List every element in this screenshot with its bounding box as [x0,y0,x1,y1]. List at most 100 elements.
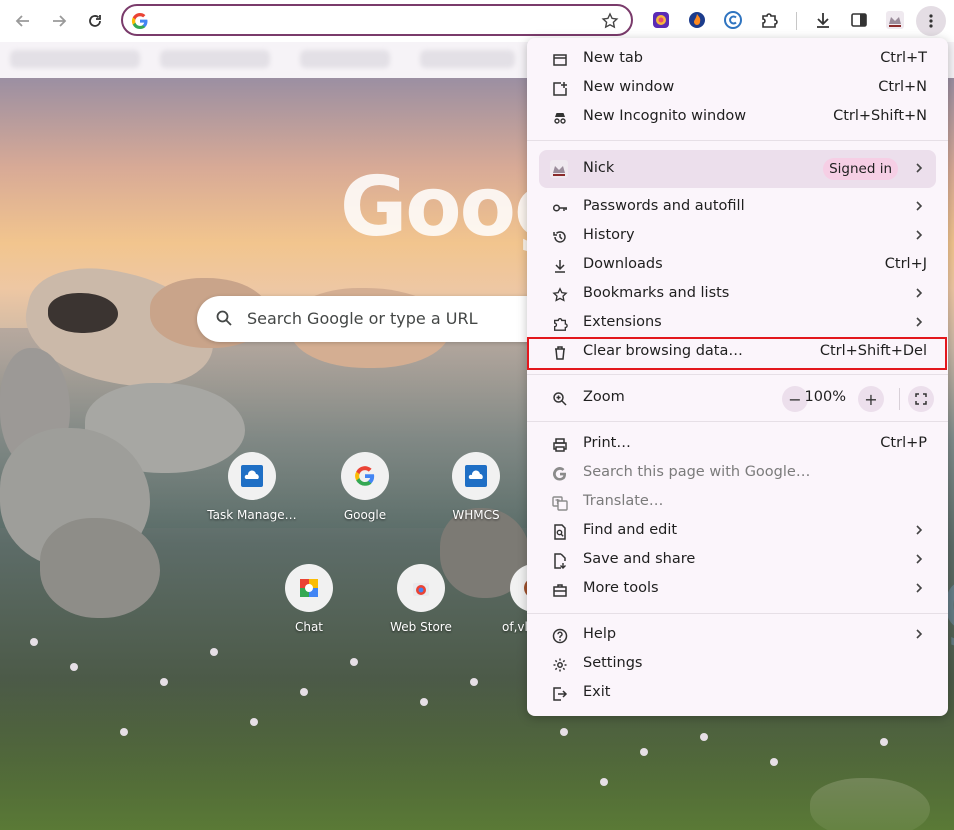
copyright-extension-icon[interactable] [721,8,745,32]
google-g-icon [551,465,569,483]
star-icon[interactable] [601,12,619,30]
flame-extension-icon[interactable] [685,8,709,32]
menu-settings[interactable]: Settings [527,650,948,679]
profile-name: Nick [583,160,615,176]
chevron-right-icon [916,629,923,639]
more-vert-icon [929,14,933,28]
puzzle-icon[interactable] [757,8,781,32]
ntp-search-box[interactable]: Search Google or type a URL [197,296,557,342]
menu-print[interactable]: Print… Ctrl+P [527,430,948,459]
shortcut-web-store[interactable]: Web Store [371,564,471,634]
menu-exit[interactable]: Exit [527,679,948,708]
incognito-icon [551,109,569,127]
star-icon [551,286,569,304]
side-panel-icon[interactable] [847,8,871,32]
menu-search-page[interactable]: Search this page with Google… [527,459,948,488]
web-store-icon [413,583,429,596]
menu-downloads[interactable]: Downloads Ctrl+J [527,251,948,280]
fullscreen-icon [915,393,927,405]
save-share-icon [551,552,569,570]
shortcut-label: Task Manage… [207,508,297,522]
chevron-right-icon [916,554,923,564]
shortcut-task-manager[interactable]: Task Manage… [202,452,302,522]
chevron-right-icon [916,201,923,211]
chrome-menu: New tab Ctrl+T New window Ctrl+N New Inc… [527,38,948,716]
back-button[interactable] [9,7,37,35]
chevron-right-icon [916,230,923,240]
toolbar-divider [796,12,797,30]
shortcut-label: Web Store [390,620,452,634]
menu-history[interactable]: History [527,222,948,251]
shortcut-label: WHMCS [452,508,500,522]
menu-help[interactable]: Help [527,621,948,650]
menu-new-window[interactable]: New window Ctrl+N [527,74,948,103]
fullscreen-button[interactable] [908,386,934,412]
arrow-left-icon [15,15,29,27]
download-icon [551,257,569,275]
cloud-app-icon [465,465,487,487]
menu-profile[interactable]: Nick Signed in [539,150,936,188]
zoom-divider [899,388,900,410]
zoom-icon [551,390,569,408]
menu-save-share[interactable]: Save and share [527,546,948,575]
chat-icon [300,579,318,597]
menu-find-edit[interactable]: Find and edit [527,517,948,546]
browser-toolbar [0,0,954,42]
menu-separator [527,421,948,422]
menu-new-incognito[interactable]: New Incognito window Ctrl+Shift+N [527,103,948,132]
shortcut-label: Chat [294,620,324,634]
reload-icon [89,15,101,27]
menu-more-tools[interactable]: More tools [527,575,948,604]
menu-button[interactable] [916,6,946,36]
chevron-right-icon [916,288,923,298]
shortcut-partial[interactable]: of,vl [478,564,528,634]
avatar [549,159,569,183]
menu-translate[interactable]: Translate… [527,488,948,517]
download-icon[interactable] [811,8,835,32]
search-icon [216,310,232,326]
search-placeholder: Search Google or type a URL [247,309,478,328]
find-icon [551,523,569,541]
translate-icon [551,494,569,512]
menu-separator [527,613,948,614]
gear-icon [551,656,569,674]
menu-zoom: Zoom − 100% + [527,384,948,413]
color-extension-icon[interactable] [649,8,673,32]
chevron-right-icon [916,583,923,593]
toolbox-icon [551,581,569,599]
reload-button[interactable] [81,7,109,35]
shortcut-chat[interactable]: Chat [259,564,359,634]
cloud-app-icon [241,465,263,487]
profile-avatar[interactable] [883,8,907,32]
chevron-right-icon [916,317,923,327]
zoom-in-button[interactable]: + [858,386,884,412]
menu-separator [527,374,948,375]
forward-button[interactable] [45,7,73,35]
new-tab-icon [551,51,569,69]
arrow-right-icon [53,15,67,27]
highlight-box [527,337,947,370]
menu-separator [527,140,948,141]
menu-bookmarks[interactable]: Bookmarks and lists [527,280,948,309]
chevron-right-icon [916,525,923,535]
key-icon [551,199,569,217]
menu-extensions[interactable]: Extensions [527,309,948,338]
google-g-icon [131,12,148,30]
shortcut-label: of,vl [502,620,528,634]
puzzle-icon [551,315,569,333]
shortcut-google[interactable]: Google [315,452,415,522]
chevron-right-icon [916,163,923,173]
zoom-level: 100% [804,389,846,405]
google-g-icon [355,466,375,486]
shortcut-label: Google [343,508,387,522]
status-badge: Signed in [823,158,898,180]
menu-new-tab[interactable]: New tab Ctrl+T [527,45,948,74]
address-bar[interactable] [121,4,633,36]
print-icon [551,436,569,454]
help-icon [551,627,569,645]
history-icon [551,228,569,246]
exit-icon [551,685,569,703]
shortcut-whmcs[interactable]: WHMCS [426,452,526,522]
menu-passwords[interactable]: Passwords and autofill [527,193,948,222]
new-window-icon [551,80,569,98]
